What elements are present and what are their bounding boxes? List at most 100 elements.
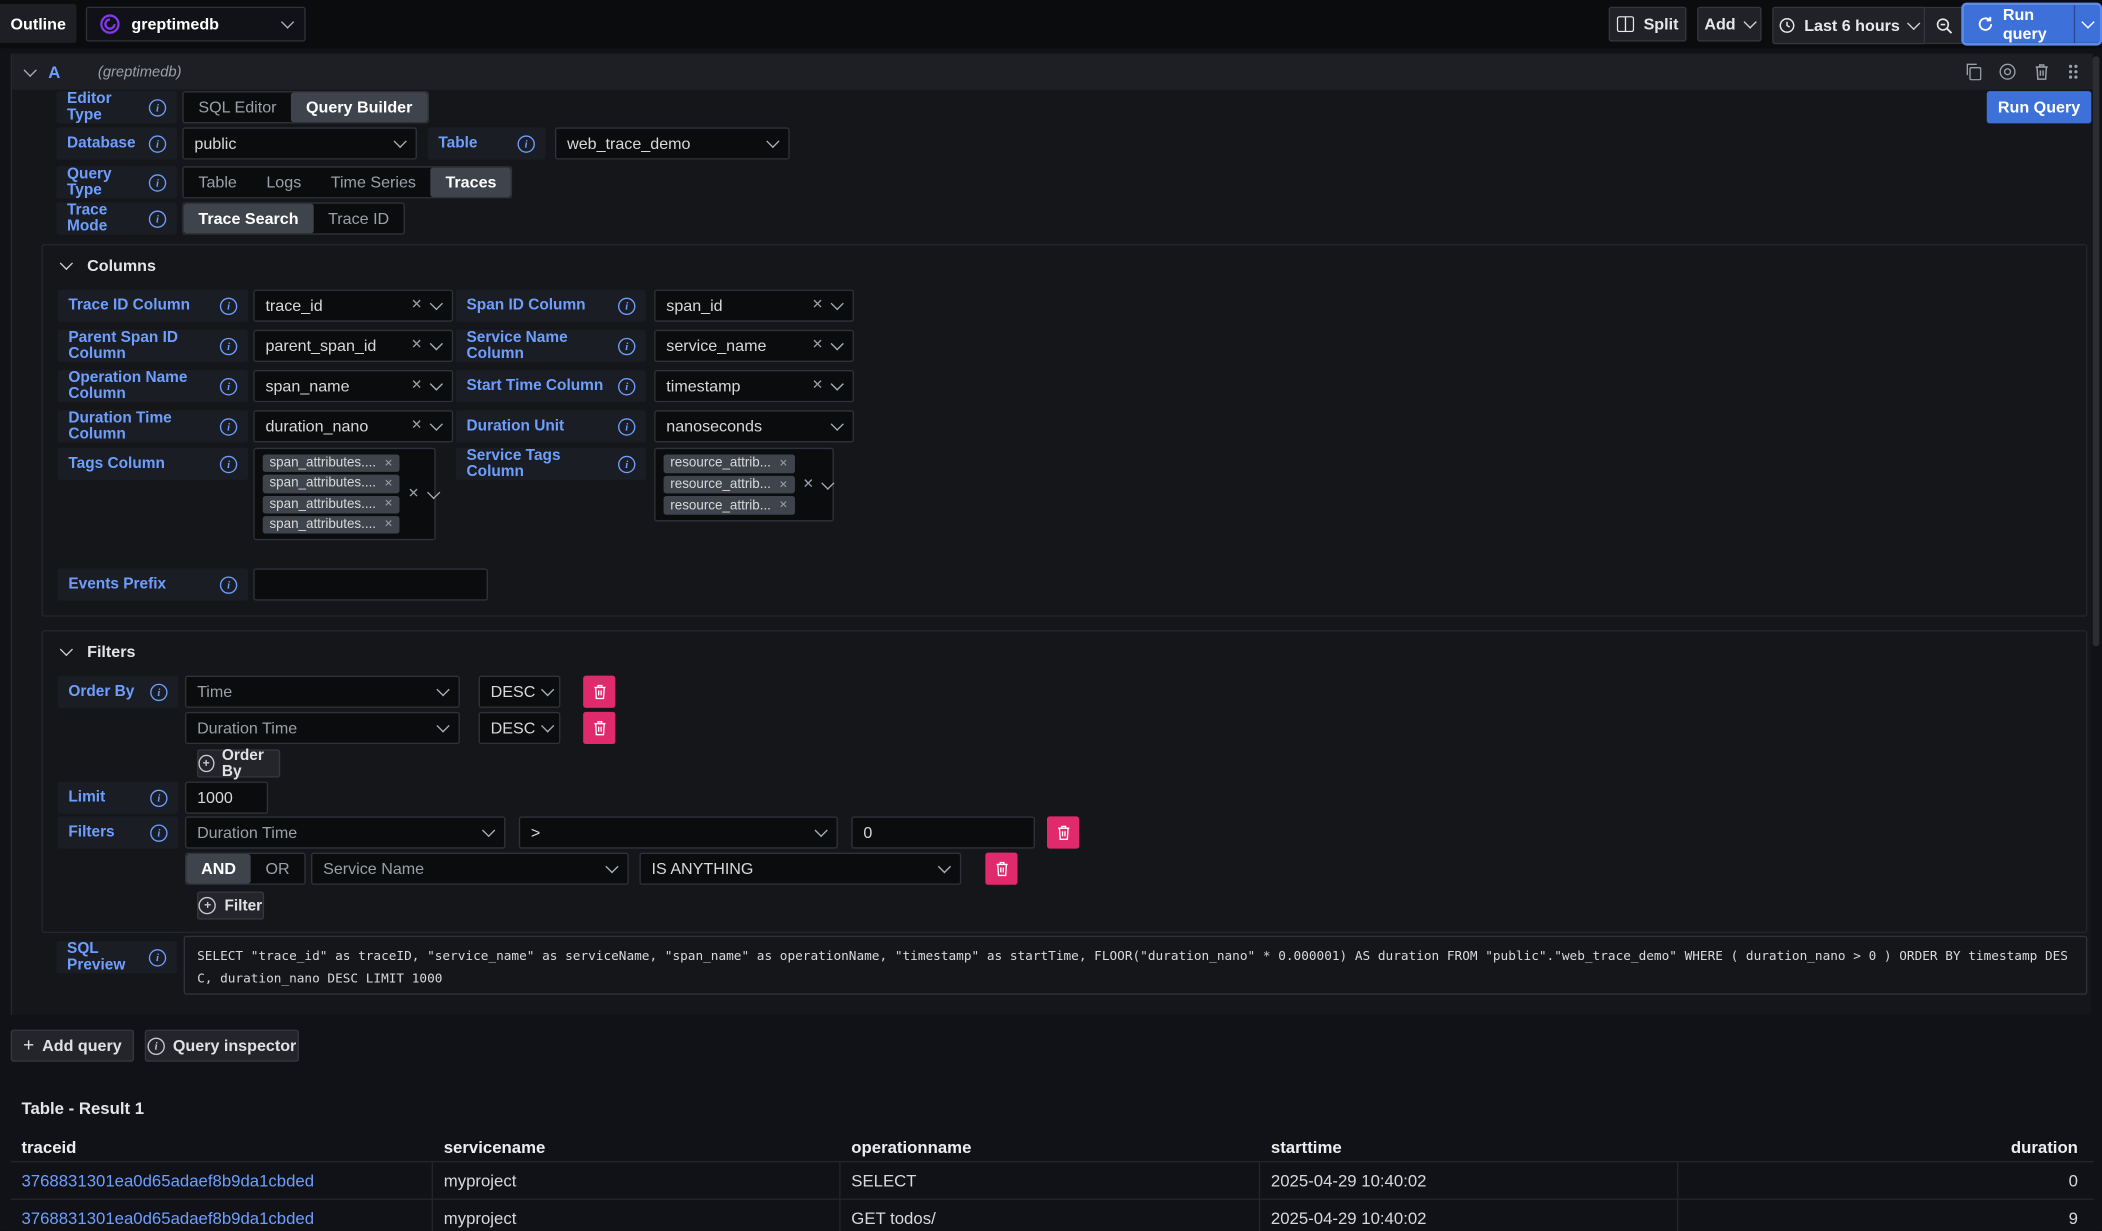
info-icon[interactable]: [149, 210, 166, 227]
tag-chip[interactable]: span_attributes....: [263, 454, 400, 472]
logic-option-and[interactable]: AND: [186, 854, 250, 883]
add-query-button[interactable]: Add query: [11, 1030, 134, 1062]
tag-chip[interactable]: span_attributes....: [263, 475, 400, 493]
info-icon[interactable]: [220, 418, 237, 435]
logic-option-or[interactable]: OR: [251, 854, 305, 883]
clear-icon[interactable]: [411, 299, 422, 312]
collapse-chevron-icon[interactable]: [24, 63, 37, 76]
service-tags-column-multiselect[interactable]: resource_attrib... resource_attrib... re…: [654, 448, 834, 522]
trace-id-link[interactable]: 3768831301ea0d65adaef8b9da1cbded: [11, 1198, 433, 1231]
database-select[interactable]: public: [182, 127, 417, 159]
editor-type-option-builder[interactable]: Query Builder: [291, 93, 427, 122]
editor-type-option-sql[interactable]: SQL Editor: [184, 93, 292, 122]
remove-chip-icon[interactable]: [384, 478, 393, 489]
remove-order-by-button[interactable]: [583, 676, 615, 708]
limit-input[interactable]: 1000: [185, 782, 268, 814]
tag-chip[interactable]: span_attributes....: [263, 516, 400, 534]
order-by-field-select[interactable]: Time: [185, 676, 460, 708]
info-icon[interactable]: [150, 789, 167, 806]
remove-chip-icon[interactable]: [384, 519, 393, 530]
service-tag-chip[interactable]: resource_attrib...: [664, 496, 795, 514]
info-icon[interactable]: [220, 455, 237, 472]
info-icon[interactable]: [149, 99, 166, 116]
service-tag-chip[interactable]: resource_attrib...: [664, 475, 795, 493]
info-icon[interactable]: [150, 683, 167, 700]
query-type-option-logs[interactable]: Logs: [252, 168, 316, 197]
duration-time-column-select[interactable]: duration_nano: [253, 410, 453, 442]
table-select[interactable]: web_trace_demo: [555, 127, 790, 159]
duplicate-icon[interactable]: [1965, 63, 1981, 80]
order-by-direction-select[interactable]: DESC: [479, 676, 561, 708]
remove-chip-icon[interactable]: [384, 458, 393, 469]
filter-operator-select[interactable]: IS ANYTHING: [639, 853, 961, 885]
info-icon[interactable]: [618, 337, 635, 354]
trace-mode-option-search[interactable]: Trace Search: [184, 204, 314, 233]
info-icon[interactable]: [220, 297, 237, 314]
clear-icon[interactable]: [812, 339, 823, 352]
query-row-header[interactable]: A (greptimedb): [12, 54, 2093, 90]
col-header-operationname[interactable]: operationname: [841, 1133, 1261, 1161]
filter-operator-select[interactable]: >: [519, 816, 838, 848]
disable-query-icon[interactable]: [1999, 63, 2016, 80]
service-name-column-select[interactable]: service_name: [654, 330, 854, 362]
clear-icon[interactable]: [803, 478, 814, 491]
info-icon[interactable]: [149, 135, 166, 152]
info-icon[interactable]: [517, 135, 534, 152]
span-id-column-select[interactable]: span_id: [654, 290, 854, 322]
time-range-button[interactable]: Last 6 hours: [1772, 7, 1925, 45]
trash-icon[interactable]: [2034, 63, 2050, 80]
remove-chip-icon[interactable]: [779, 479, 788, 490]
columns-section-header[interactable]: Columns: [62, 256, 156, 275]
clear-icon[interactable]: [408, 487, 419, 500]
add-filter-button[interactable]: Filter: [197, 891, 264, 919]
info-icon[interactable]: [220, 576, 237, 593]
filter-field-select[interactable]: Duration Time: [185, 816, 505, 848]
remove-filter-button[interactable]: [985, 853, 1017, 885]
tag-chip[interactable]: span_attributes....: [263, 495, 400, 513]
col-header-duration[interactable]: duration: [1678, 1133, 2094, 1161]
run-query-dropdown-button[interactable]: [2075, 5, 2100, 43]
trace-id-column-select[interactable]: trace_id: [253, 290, 453, 322]
add-order-by-button[interactable]: Order By: [197, 749, 280, 777]
info-icon[interactable]: [150, 824, 167, 841]
info-icon[interactable]: [220, 337, 237, 354]
start-time-column-select[interactable]: timestamp: [654, 370, 854, 402]
info-icon[interactable]: [618, 377, 635, 394]
datasource-picker[interactable]: greptimedb: [86, 7, 306, 42]
operation-name-column-select[interactable]: span_name: [253, 370, 453, 402]
col-header-starttime[interactable]: starttime: [1260, 1133, 1678, 1161]
info-icon[interactable]: [149, 948, 166, 965]
clear-icon[interactable]: [411, 420, 422, 433]
tags-column-multiselect[interactable]: span_attributes.... span_attributes.... …: [253, 448, 435, 541]
order-by-field-select[interactable]: Duration Time: [185, 712, 460, 744]
duration-unit-select[interactable]: nanoseconds: [654, 410, 854, 442]
info-icon[interactable]: [149, 174, 166, 191]
trace-id-link[interactable]: 3768831301ea0d65adaef8b9da1cbded: [11, 1161, 433, 1199]
outline-tab[interactable]: Outline: [0, 4, 76, 43]
clear-icon[interactable]: [812, 299, 823, 312]
service-tag-chip[interactable]: resource_attrib...: [664, 454, 795, 472]
remove-order-by-button[interactable]: [583, 712, 615, 744]
query-type-option-table[interactable]: Table: [184, 168, 252, 197]
clear-icon[interactable]: [411, 339, 422, 352]
info-icon[interactable]: [618, 455, 635, 472]
clear-icon[interactable]: [411, 379, 422, 392]
info-icon[interactable]: [618, 297, 635, 314]
panel-run-query-button[interactable]: Run Query: [1987, 91, 2092, 123]
col-header-servicename[interactable]: servicename: [433, 1133, 841, 1161]
remove-chip-icon[interactable]: [384, 499, 393, 510]
zoom-out-button[interactable]: [1925, 7, 1964, 45]
remove-filter-button[interactable]: [1047, 816, 1079, 848]
events-prefix-input[interactable]: [253, 568, 488, 600]
clear-icon[interactable]: [812, 379, 823, 392]
col-header-traceid[interactable]: traceid: [11, 1133, 433, 1161]
remove-chip-icon[interactable]: [779, 500, 788, 511]
filter-value-input[interactable]: 0: [851, 816, 1035, 848]
info-icon[interactable]: [220, 377, 237, 394]
remove-chip-icon[interactable]: [779, 458, 788, 469]
run-query-button[interactable]: Run query: [1964, 5, 2075, 43]
scrollbar[interactable]: [2093, 56, 2100, 646]
trace-mode-option-id[interactable]: Trace ID: [313, 204, 404, 233]
split-button[interactable]: Split: [1609, 7, 1687, 42]
add-button[interactable]: Add: [1697, 7, 1761, 42]
